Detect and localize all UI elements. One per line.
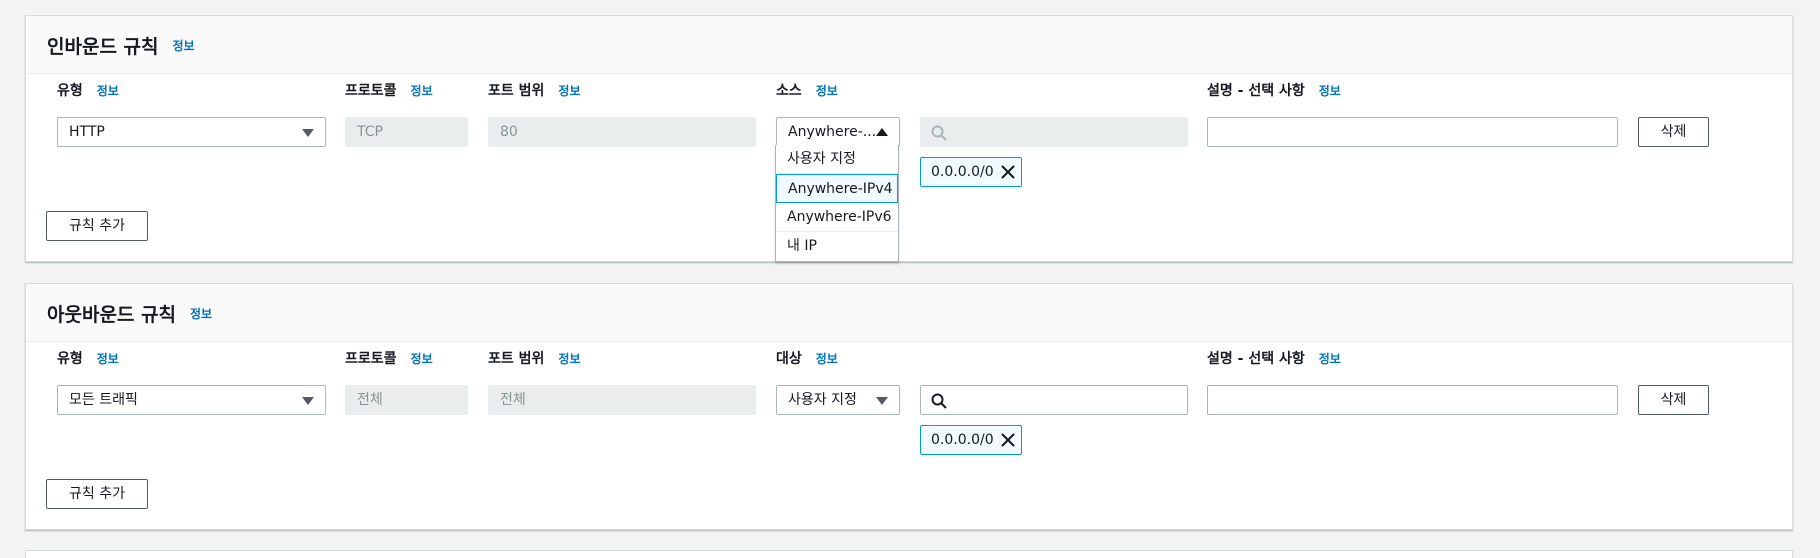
outbound-description-label: 설명 - 선택 사항 정보 [1207,348,1341,368]
outbound-protocol-label: 프로토콜 정보 [345,348,433,368]
inbound-description-label: 설명 - 선택 사항 정보 [1207,80,1341,100]
type-value: HTTP [69,124,105,140]
outbound-type-select[interactable]: 모든 트래픽 [57,385,326,415]
label-text: 설명 - 선택 사항 [1207,83,1305,99]
next-panel-edge [25,550,1793,558]
outbound-cidr-token: 0.0.0.0/0 [920,425,1022,455]
inbound-title-text: 인바운드 규칙 [47,36,159,58]
type-value: 모든 트래픽 [69,392,138,408]
inbound-type-select[interactable]: HTTP [57,117,326,147]
label-text: 유형 [57,83,83,99]
outbound-cidr-search-input[interactable] [920,385,1188,415]
inbound-rules-panel: 인바운드 규칙 정보 유형 정보 프로토콜 정보 포트 범위 정보 소스 정보 … [25,15,1793,262]
label-text: 설명 - 선택 사항 [1207,351,1305,367]
outbound-port-field: 전체 [488,385,756,415]
inbound-type-label: 유형 정보 [57,80,119,100]
inbound-port-label: 포트 범위 정보 [488,80,581,100]
outbound-delete-button[interactable]: 삭제 [1638,385,1709,415]
port-value: 80 [500,124,518,140]
inbound-protocol-label: 프로토콜 정보 [345,80,433,100]
inbound-cidr-token: 0.0.0.0/0 [920,157,1022,187]
protocol-info-link[interactable]: 정보 [411,350,433,367]
outbound-type-label: 유형 정보 [57,348,119,368]
outbound-add-rule-button[interactable]: 규칙 추가 [46,479,148,509]
inbound-protocol-field: TCP [345,117,468,147]
token-value: 0.0.0.0/0 [931,432,994,448]
port-info-link[interactable]: 정보 [558,350,580,367]
chevron-down-icon [876,397,888,405]
label-text: 유형 [57,351,83,367]
outbound-title-text: 아웃바운드 규칙 [47,304,176,326]
label-text: 포트 범위 [488,83,545,99]
inbound-source-label: 소스 정보 [776,80,838,100]
chevron-down-icon [302,129,314,137]
label-text: 소스 [776,83,802,99]
dropdown-option-anywhere-ipv4[interactable]: Anywhere-IPv4 [776,174,898,203]
description-info-link[interactable]: 정보 [1319,350,1341,367]
inbound-info-link[interactable]: 정보 [173,37,195,54]
source-dropdown-menu: 사용자 지정 Anywhere-IPv4 Anywhere-IPv6 내 IP [775,145,899,262]
outbound-info-link[interactable]: 정보 [190,305,212,322]
outbound-port-label: 포트 범위 정보 [488,348,581,368]
dropdown-option-custom[interactable]: 사용자 지정 [776,145,898,174]
inbound-port-field: 80 [488,117,756,147]
chevron-up-icon [876,128,888,136]
source-value: Anywhere-... [788,124,877,140]
outbound-rules-panel: 아웃바운드 규칙 정보 유형 정보 프로토콜 정보 포트 범위 정보 대상 정보… [25,283,1793,530]
destination-value: 사용자 지정 [788,392,857,408]
close-icon[interactable] [1001,433,1015,447]
inbound-panel-header: 인바운드 규칙 정보 [26,16,1792,74]
protocol-value: TCP [357,124,383,140]
outbound-destination-label: 대상 정보 [776,348,838,368]
outbound-destination-select[interactable]: 사용자 지정 [776,385,900,415]
token-value: 0.0.0.0/0 [931,164,994,180]
outbound-protocol-field: 전체 [345,385,468,415]
close-icon[interactable] [1001,165,1015,179]
destination-info-link[interactable]: 정보 [816,350,838,367]
description-info-link[interactable]: 정보 [1319,82,1341,99]
protocol-info-link[interactable]: 정보 [411,82,433,99]
port-info-link[interactable]: 정보 [558,82,580,99]
search-icon [931,393,947,409]
dropdown-option-my-ip[interactable]: 내 IP [776,232,898,261]
type-info-link[interactable]: 정보 [97,350,119,367]
label-text: 대상 [776,351,802,367]
source-info-link[interactable]: 정보 [816,82,838,99]
inbound-title: 인바운드 규칙 정보 [47,32,195,59]
outbound-description-input[interactable] [1207,385,1618,415]
inbound-delete-button[interactable]: 삭제 [1638,117,1709,147]
outbound-title: 아웃바운드 규칙 정보 [47,300,212,327]
inbound-source-select[interactable]: Anywhere-... [776,117,900,147]
label-text: 프로토콜 [345,83,397,99]
inbound-description-input[interactable] [1207,117,1618,147]
protocol-value: 전체 [357,392,383,408]
inbound-add-rule-button[interactable]: 규칙 추가 [46,211,148,241]
outbound-panel-header: 아웃바운드 규칙 정보 [26,284,1792,342]
label-text: 포트 범위 [488,351,545,367]
chevron-down-icon [302,397,314,405]
search-icon [931,125,947,141]
type-info-link[interactable]: 정보 [97,82,119,99]
inbound-cidr-search-input[interactable] [920,117,1188,147]
dropdown-option-anywhere-ipv6[interactable]: Anywhere-IPv6 [776,203,898,232]
label-text: 프로토콜 [345,351,397,367]
port-value: 전체 [500,392,526,408]
